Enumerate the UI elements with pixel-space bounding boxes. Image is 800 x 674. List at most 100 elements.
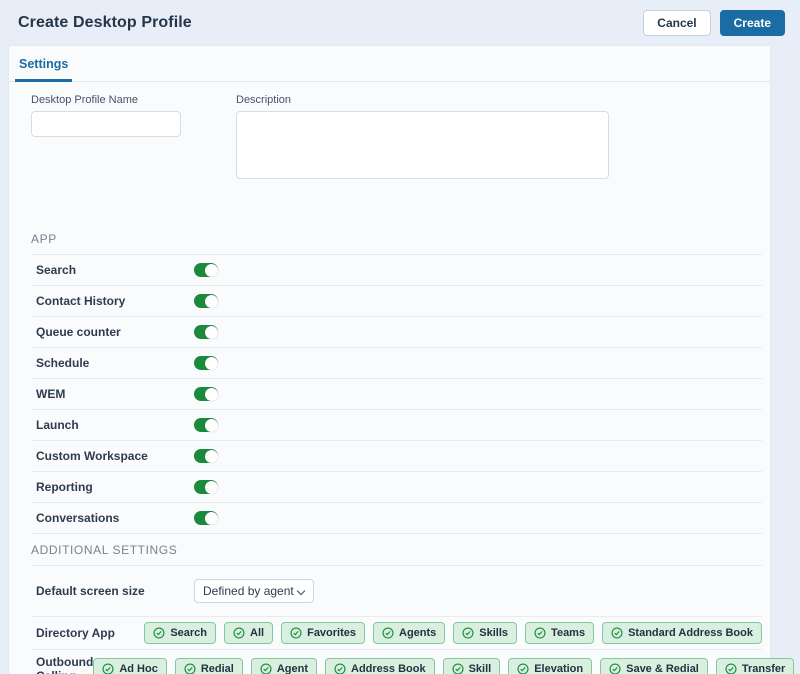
select-value: Defined by agent	[203, 584, 294, 598]
outbound-calling-chips: Ad Hoc Redial Agent Address Book Skill E…	[93, 658, 794, 674]
app-row-label: Queue counter	[36, 325, 194, 339]
toggle-knob	[205, 295, 218, 308]
chip-outbound-skill[interactable]: Skill	[443, 658, 501, 674]
chip-outbound-transfer[interactable]: Transfer	[716, 658, 794, 674]
create-button[interactable]: Create	[720, 10, 785, 36]
cancel-button[interactable]: Cancel	[643, 10, 710, 36]
toggle-knob	[205, 264, 218, 277]
toggle-switch-queue-counter[interactable]	[194, 325, 218, 339]
check-circle-icon	[102, 663, 114, 674]
settings-card: Settings Desktop Profile Name Descriptio…	[8, 45, 771, 674]
chip-directory-search[interactable]: Search	[144, 622, 216, 644]
toggle-switch-conversations[interactable]	[194, 511, 218, 525]
toggle-knob	[205, 388, 218, 401]
outbound-calling-label: Outbound Calling	[36, 655, 93, 674]
description-label: Description	[236, 94, 609, 106]
profile-name-field-group: Desktop Profile Name	[31, 94, 181, 184]
check-circle-icon	[382, 627, 394, 639]
toggle-switch-schedule[interactable]	[194, 356, 218, 370]
chip-label: Transfer	[742, 663, 785, 674]
chip-label: Redial	[201, 663, 234, 674]
toggle-switch-contact-history[interactable]	[194, 294, 218, 308]
default-screen-size-select[interactable]: Defined by agent	[194, 579, 314, 603]
app-row-label: Conversations	[36, 511, 194, 525]
chip-label: All	[250, 627, 264, 639]
page-header: Create Desktop Profile Cancel Create	[0, 0, 800, 45]
app-row-label: Reporting	[36, 480, 194, 494]
tab-settings[interactable]: Settings	[15, 46, 72, 82]
chip-outbound-ad-hoc[interactable]: Ad Hoc	[93, 658, 167, 674]
chip-directory-skills[interactable]: Skills	[453, 622, 517, 644]
app-row-custom-workspace: Custom Workspace	[31, 441, 762, 472]
check-circle-icon	[611, 627, 623, 639]
chip-outbound-redial[interactable]: Redial	[175, 658, 243, 674]
check-circle-icon	[517, 663, 529, 674]
toggle-switch-search[interactable]	[194, 263, 218, 277]
app-row-label: Custom Workspace	[36, 449, 194, 463]
toggle-switch-launch[interactable]	[194, 418, 218, 432]
chip-label: Teams	[551, 627, 585, 639]
chip-label: Skills	[479, 627, 508, 639]
app-row-wem: WEM	[31, 379, 762, 410]
check-circle-icon	[290, 627, 302, 639]
chip-outbound-save-and-redial[interactable]: Save & Redial	[600, 658, 708, 674]
form-content: Desktop Profile Name Description APP Sea…	[9, 82, 770, 674]
directory-app-chips: Search All Favorites Agents Skills Teams…	[144, 622, 762, 644]
check-circle-icon	[184, 663, 196, 674]
outbound-calling-row: Outbound Calling Ad Hoc Redial Agent Add…	[31, 650, 762, 674]
additional-settings-title: ADDITIONAL SETTINGS	[31, 534, 762, 566]
chip-label: Search	[170, 627, 207, 639]
directory-app-label: Directory App	[36, 626, 144, 640]
default-screen-size-row: Default screen size Defined by agent	[31, 566, 762, 617]
toggle-knob	[205, 419, 218, 432]
description-field-group: Description	[236, 94, 609, 184]
chip-directory-standard-address-book[interactable]: Standard Address Book	[602, 622, 762, 644]
chip-label: Save & Redial	[626, 663, 699, 674]
chip-label: Agents	[399, 627, 436, 639]
name-description-row: Desktop Profile Name Description	[31, 94, 762, 184]
app-row-launch: Launch	[31, 410, 762, 441]
profile-name-input[interactable]	[31, 111, 181, 137]
chip-label: Favorites	[307, 627, 356, 639]
app-section-title: APP	[31, 232, 762, 255]
default-screen-size-label: Default screen size	[36, 584, 194, 598]
app-row-label: Launch	[36, 418, 194, 432]
directory-app-row: Directory App Search All Favorites Agent…	[31, 617, 762, 650]
app-row-queue-counter: Queue counter	[31, 317, 762, 348]
check-circle-icon	[534, 627, 546, 639]
chip-label: Agent	[277, 663, 308, 674]
chip-outbound-elevation[interactable]: Elevation	[508, 658, 592, 674]
description-textarea[interactable]	[236, 111, 609, 179]
chip-directory-all[interactable]: All	[224, 622, 273, 644]
toggle-switch-custom-workspace[interactable]	[194, 449, 218, 463]
app-row-label: Contact History	[36, 294, 194, 308]
page-title: Create Desktop Profile	[18, 14, 192, 32]
app-row-label: WEM	[36, 387, 194, 401]
app-row-label: Search	[36, 263, 194, 277]
toggle-knob	[205, 326, 218, 339]
toggle-switch-reporting[interactable]	[194, 480, 218, 494]
toggle-switch-wem[interactable]	[194, 387, 218, 401]
check-circle-icon	[260, 663, 272, 674]
app-row-reporting: Reporting	[31, 472, 762, 503]
chip-directory-agents[interactable]: Agents	[373, 622, 445, 644]
app-row-conversations: Conversations	[31, 503, 762, 534]
chip-directory-favorites[interactable]: Favorites	[281, 622, 365, 644]
toggle-knob	[205, 481, 218, 494]
chip-label: Skill	[469, 663, 492, 674]
check-circle-icon	[725, 663, 737, 674]
chevron-down-icon	[297, 587, 305, 595]
chip-outbound-address-book[interactable]: Address Book	[325, 658, 435, 674]
app-row-contact-history: Contact History	[31, 286, 762, 317]
check-circle-icon	[233, 627, 245, 639]
profile-name-label: Desktop Profile Name	[31, 94, 181, 106]
toggle-knob	[205, 450, 218, 463]
check-circle-icon	[609, 663, 621, 674]
header-actions: Cancel Create	[643, 10, 785, 36]
chip-outbound-agent[interactable]: Agent	[251, 658, 317, 674]
check-circle-icon	[462, 627, 474, 639]
chip-directory-teams[interactable]: Teams	[525, 622, 594, 644]
chip-label: Standard Address Book	[628, 627, 753, 639]
check-circle-icon	[452, 663, 464, 674]
app-row-search: Search	[31, 255, 762, 286]
